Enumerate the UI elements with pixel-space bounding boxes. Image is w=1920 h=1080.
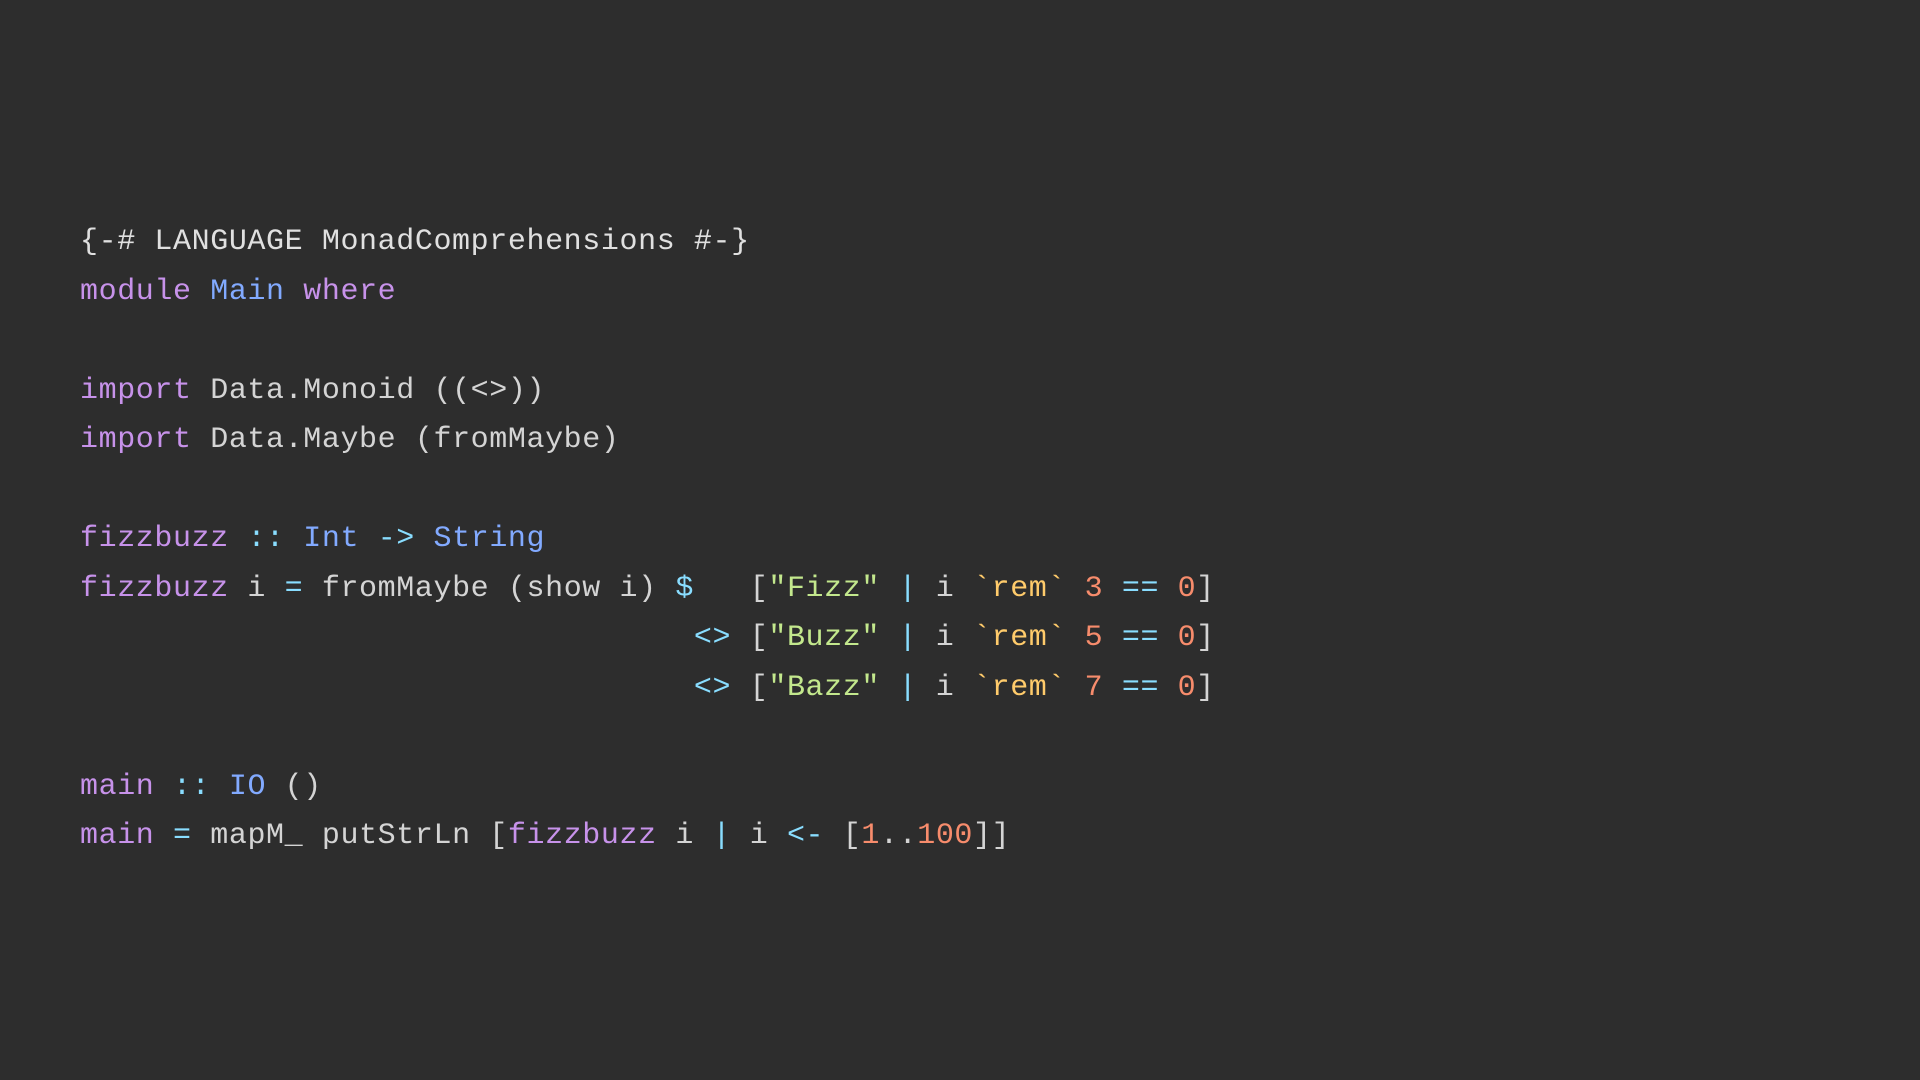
line-sig2: main :: IO () (80, 763, 1215, 813)
line-def2: main = mapM_ putStrLn [fizzbuzz i | i <-… (80, 812, 1215, 862)
line-module: module Main where (80, 268, 1215, 318)
code-block: {-# LANGUAGE MonadComprehensions #-} mod… (80, 218, 1215, 862)
code-editor: {-# LANGUAGE MonadComprehensions #-} mod… (0, 0, 1920, 1080)
blank-1 (80, 317, 1215, 367)
line-import1: import Data.Monoid ((<>)) (80, 367, 1215, 417)
line-import2: import Data.Maybe (fromMaybe) (80, 416, 1215, 466)
blank-2 (80, 466, 1215, 516)
line-sig1: fizzbuzz :: Int -> String (80, 515, 1215, 565)
line-cont1: <> ["Buzz" | i `rem` 5 == 0] (80, 614, 1215, 664)
line-cont2: <> ["Bazz" | i `rem` 7 == 0] (80, 664, 1215, 714)
line-pragma: {-# LANGUAGE MonadComprehensions #-} (80, 218, 1215, 268)
blank-3 (80, 713, 1215, 763)
line-def1: fizzbuzz i = fromMaybe (show i) $ ["Fizz… (80, 565, 1215, 615)
